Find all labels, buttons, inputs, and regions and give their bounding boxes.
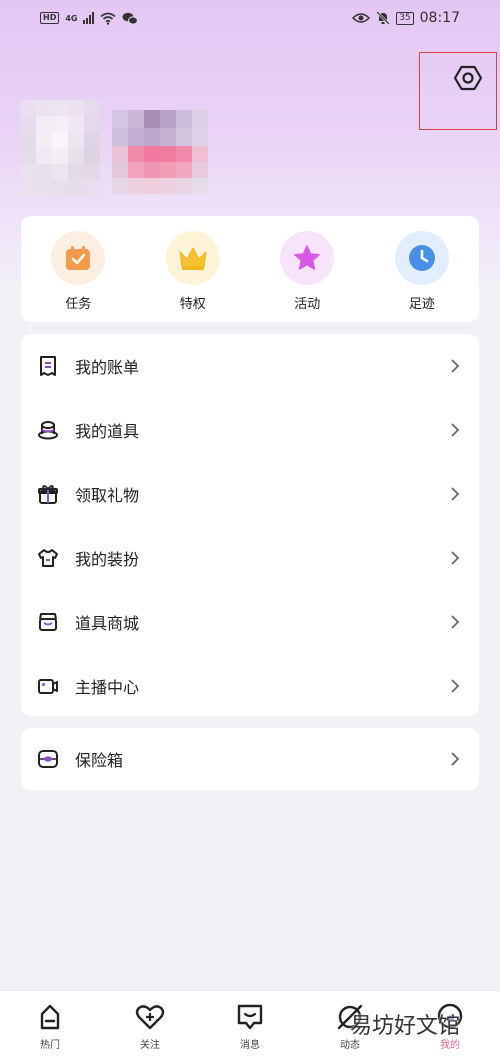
quick-item-task[interactable]: 任务 [28, 231, 128, 312]
wechat-icon [122, 12, 139, 25]
menu-label: 道具商城 [75, 614, 140, 633]
task-calendar-icon [66, 246, 91, 270]
user-badge-blurred [112, 146, 212, 194]
quick-label: 足迹 [408, 297, 435, 312]
nav-tab-follow[interactable]: 关注 [110, 1001, 190, 1051]
signal-icon [83, 12, 95, 24]
safe-box-card: 保险箱 [21, 728, 479, 790]
battery-icon: 35 [396, 11, 414, 25]
highlight-box [419, 52, 497, 130]
star-icon [294, 245, 320, 270]
nav-label: 关注 [140, 1040, 160, 1051]
menu-item-outfit[interactable]: 我的装扮 [21, 526, 479, 590]
menu-label: 领取礼物 [75, 486, 140, 505]
menu-item-props[interactable]: 我的道具 [21, 398, 479, 462]
quick-item-privilege[interactable]: 特权 [143, 231, 243, 312]
bill-icon [37, 355, 59, 377]
menu-item-store[interactable]: 道具商城 [21, 590, 479, 654]
menu-item-anchor-center[interactable]: 主播中心 [21, 654, 479, 718]
mute-bell-icon [376, 11, 391, 25]
nav-tab-messages[interactable]: 消息 [210, 1001, 290, 1051]
nav-tab-hot[interactable]: 热门 [10, 1001, 90, 1051]
quick-item-activity[interactable]: 活动 [257, 231, 357, 312]
message-icon [234, 1001, 266, 1033]
menu-list: 我的账单 我的道具 领取礼物 我的装扮 道具商城 主播中心 [21, 334, 479, 716]
quick-label: 任务 [65, 297, 92, 312]
chevron-right-icon [447, 614, 463, 630]
menu-label: 主播中心 [75, 678, 140, 697]
status-left: HD 4G [40, 12, 139, 25]
footprint-icon-circle [394, 231, 449, 285]
quick-label: 活动 [294, 297, 321, 312]
username-blurred [112, 110, 212, 146]
chevron-right-icon [447, 751, 463, 767]
quick-label: 特权 [179, 297, 206, 312]
avatar[interactable] [20, 100, 100, 196]
watermark-text: 易坊好文馆 [350, 1014, 461, 1039]
tshirt-icon [37, 547, 59, 569]
crown-icon [179, 247, 207, 270]
status-bar: HD 4G 35 08:17 [0, 0, 500, 36]
chevron-right-icon [447, 486, 463, 502]
chevron-right-icon [447, 358, 463, 374]
menu-label: 我的账单 [75, 358, 140, 377]
chevron-right-icon [447, 422, 463, 438]
menu-item-safe-box[interactable]: 保险箱 [21, 728, 479, 790]
menu-label: 保险箱 [75, 751, 124, 770]
nav-label: 消息 [240, 1040, 260, 1051]
safe-box-icon [37, 748, 59, 770]
quick-actions-card: 任务 特权 活动 足迹 [21, 216, 479, 322]
privilege-icon-circle [165, 231, 220, 285]
camera-icon [37, 675, 59, 697]
activity-icon-circle [280, 231, 335, 285]
clock-icon [408, 245, 435, 271]
wifi-icon [100, 12, 117, 25]
nav-label: 热门 [40, 1040, 60, 1051]
store-icon [37, 611, 59, 633]
menu-label: 我的道具 [75, 422, 140, 441]
menu-item-gift[interactable]: 领取礼物 [21, 462, 479, 526]
heart-plus-icon [134, 1001, 166, 1033]
network-type: 4G [65, 13, 78, 23]
chevron-right-icon [447, 550, 463, 566]
eye-icon [352, 13, 371, 23]
menu-item-bill[interactable]: 我的账单 [21, 334, 479, 398]
menu-label: 我的装扮 [75, 550, 140, 569]
chevron-right-icon [447, 678, 463, 694]
hot-icon [34, 1001, 66, 1033]
quick-item-footprint[interactable]: 足迹 [372, 231, 472, 312]
gift-icon [37, 483, 59, 505]
hd-badge: HD [40, 12, 60, 24]
task-icon-circle [51, 231, 106, 285]
hat-icon [37, 419, 59, 441]
status-time: 08:17 [419, 10, 460, 26]
status-right: 35 08:17 [352, 10, 460, 26]
